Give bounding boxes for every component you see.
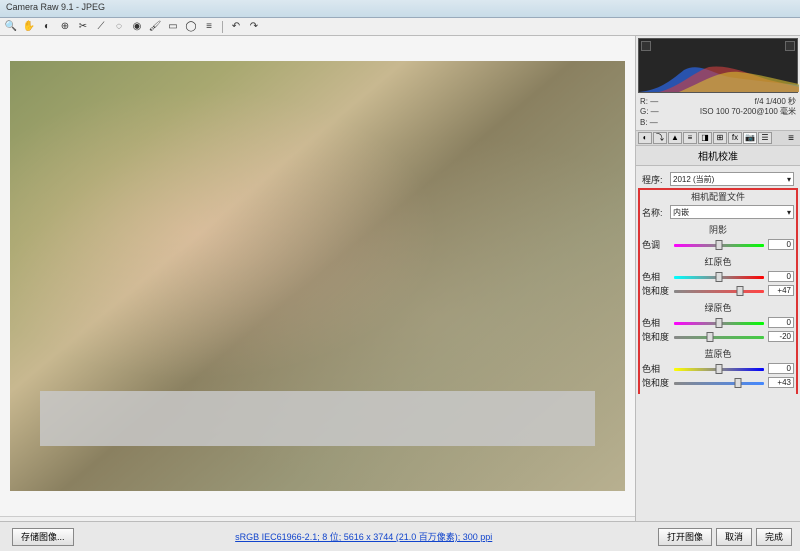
blue-sat-row: 饱和度 +43 — [642, 376, 794, 389]
toolbar-separator — [222, 21, 223, 33]
blue-sat-label: 饱和度 — [642, 376, 670, 389]
blue-hue-row: 色相 0 — [642, 362, 794, 375]
meta-iso-focal: ISO 100 70-200@100 毫米 — [700, 107, 796, 117]
watermark-band — [40, 391, 595, 446]
crop-icon[interactable]: ✂ — [76, 20, 90, 34]
profile-section-header: 相机配置文件 — [642, 190, 794, 203]
blue-header: 蓝原色 — [642, 347, 794, 360]
red-hue-label: 色相 — [642, 270, 670, 283]
meta-r: R: — — [640, 97, 658, 107]
tab-basic[interactable]: ◐ — [638, 132, 652, 144]
green-hue-row: 色相 0 — [642, 316, 794, 329]
red-sat-value[interactable]: +47 — [768, 285, 794, 296]
green-sat-row: 饱和度 -20 — [642, 330, 794, 343]
workflow-link[interactable]: sRGB IEC61966-2.1; 8 位; 5616 x 3744 (21.… — [235, 530, 492, 543]
green-sat-value[interactable]: -20 — [768, 331, 794, 342]
panel-tabs: ◐ ⤵ ▲ ≡ ◨ ⊞ fx 📷 ☰ ≡ — [636, 130, 800, 146]
red-hue-row: 色相 0 — [642, 270, 794, 283]
blue-sat-slider[interactable] — [674, 379, 764, 387]
histogram[interactable] — [638, 38, 798, 93]
tab-fx[interactable]: fx — [728, 132, 742, 144]
sampler-icon[interactable]: ⊕ — [58, 20, 72, 34]
spot-icon[interactable]: ◌ — [112, 20, 126, 34]
eyedropper-icon[interactable]: ◐ — [40, 20, 54, 34]
redeye-icon[interactable]: ◉ — [130, 20, 144, 34]
preview-area — [0, 36, 635, 516]
blue-hue-slider[interactable] — [674, 365, 764, 373]
rotate-cw-icon[interactable]: ↷ — [247, 20, 261, 34]
blue-hue-label: 色相 — [642, 362, 670, 375]
done-button[interactable]: 完成 — [756, 528, 792, 546]
shadow-clip-icon[interactable] — [641, 41, 651, 51]
tab-split[interactable]: ◨ — [698, 132, 712, 144]
panel-title: 相机校准 — [636, 146, 800, 166]
red-sat-slider[interactable] — [674, 287, 764, 295]
straighten-icon[interactable]: ⟋ — [94, 20, 108, 34]
green-sat-slider[interactable] — [674, 333, 764, 341]
open-image-button[interactable]: 打开图像 — [658, 528, 712, 546]
save-image-button[interactable]: 存储图像... — [12, 528, 74, 546]
footer: 存储图像... sRGB IEC61966-2.1; 8 位; 5616 x 3… — [0, 521, 800, 551]
tab-hsl[interactable]: ≡ — [683, 132, 697, 144]
process-dropdown[interactable]: 2012 (当前) — [670, 172, 794, 186]
red-hue-value[interactable]: 0 — [768, 271, 794, 282]
tab-lens[interactable]: ⊞ — [713, 132, 727, 144]
prefs-icon[interactable]: ≡ — [202, 20, 216, 34]
red-sat-label: 饱和度 — [642, 284, 670, 297]
rotate-ccw-icon[interactable]: ↶ — [229, 20, 243, 34]
blue-sat-value[interactable]: +43 — [768, 377, 794, 388]
shadow-tint-slider[interactable] — [674, 241, 764, 249]
process-row: 程序: 2012 (当前) — [642, 172, 794, 186]
shadow-tint-row: 色调 0 — [642, 238, 794, 251]
highlight-clip-icon[interactable] — [785, 41, 795, 51]
exif-meta: R: — f/4 1/400 秒 G: — ISO 100 70-200@100 毫… — [636, 95, 800, 130]
tab-calibration[interactable]: 📷 — [743, 132, 757, 144]
red-header: 红原色 — [642, 255, 794, 268]
cancel-button[interactable]: 取消 — [716, 528, 752, 546]
green-hue-value[interactable]: 0 — [768, 317, 794, 328]
process-label: 程序: — [642, 173, 666, 186]
meta-exposure: f/4 1/400 秒 — [755, 97, 796, 107]
meta-b: B: — — [640, 118, 658, 128]
profile-row: 名称: 内嵌 — [642, 205, 794, 219]
zoom-tool-icon[interactable]: 🔍 — [4, 20, 18, 34]
green-hue-label: 色相 — [642, 316, 670, 329]
green-hue-slider[interactable] — [674, 319, 764, 327]
meta-g: G: — — [640, 107, 659, 117]
grad-filter-icon[interactable]: ▭ — [166, 20, 180, 34]
preview-image[interactable] — [10, 61, 625, 491]
main-area: − + 30.4% IMG_6786.JPG ▦ ◨ ⇄ R: — f/4 1/4… — [0, 36, 800, 536]
profile-dropdown[interactable]: 内嵌 — [670, 205, 794, 219]
histogram-curve — [639, 52, 799, 92]
green-header: 绿原色 — [642, 301, 794, 314]
panel-body: 程序: 2012 (当前) 相机配置文件 名称: 内嵌 阴影 色调 0 红原色 — [636, 166, 800, 394]
adjust-brush-icon[interactable]: 🖌 — [148, 20, 162, 34]
red-hue-slider[interactable] — [674, 273, 764, 281]
tab-curve[interactable]: ⤵ — [653, 132, 667, 144]
tab-presets[interactable]: ☰ — [758, 132, 772, 144]
green-sat-label: 饱和度 — [642, 330, 670, 343]
panel-menu-icon[interactable]: ≡ — [784, 133, 798, 144]
hand-tool-icon[interactable]: ✋ — [22, 20, 36, 34]
tab-detail[interactable]: ▲ — [668, 132, 682, 144]
blue-hue-value[interactable]: 0 — [768, 363, 794, 374]
shadow-header: 阴影 — [642, 223, 794, 236]
preview-pane: − + 30.4% IMG_6786.JPG ▦ ◨ ⇄ — [0, 36, 635, 536]
shadow-tint-value[interactable]: 0 — [768, 239, 794, 250]
radial-filter-icon[interactable]: ◯ — [184, 20, 198, 34]
right-panel: R: — f/4 1/400 秒 G: — ISO 100 70-200@100 毫… — [635, 36, 800, 536]
shadow-tint-label: 色调 — [642, 238, 670, 251]
window-titlebar: Camera Raw 9.1 - JPEG — [0, 0, 800, 18]
toolbar: 🔍 ✋ ◐ ⊕ ✂ ⟋ ◌ ◉ 🖌 ▭ ◯ ≡ ↶ ↷ — [0, 18, 800, 36]
red-sat-row: 饱和度 +47 — [642, 284, 794, 297]
profile-label: 名称: — [642, 206, 666, 219]
